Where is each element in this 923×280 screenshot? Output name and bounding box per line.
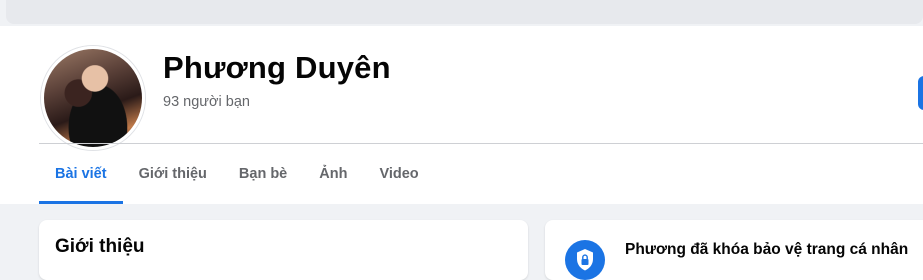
intro-title: Giới thiệu: [55, 236, 145, 257]
tab-videos[interactable]: Video: [363, 144, 434, 204]
tab-label: Bài viết: [55, 166, 107, 182]
profile-header: Phương Duyên 93 người bạn Bài viết Giới …: [0, 26, 923, 204]
tab-label: Bạn bè: [238, 166, 288, 182]
cover-photo[interactable]: [6, 0, 923, 24]
lock-notice-text: Phương đã khóa bảo vệ trang cá nhân: [625, 241, 909, 258]
profile-avatar[interactable]: [41, 46, 145, 150]
tab-label: Giới thiệu: [138, 166, 207, 182]
friends-count[interactable]: 93 người bạn: [163, 94, 250, 110]
tab-friends[interactable]: Bạn bè: [223, 144, 303, 204]
profile-lock-card: Phương đã khóa bảo vệ trang cá nhân: [545, 220, 923, 280]
shield-lock-icon: [565, 240, 605, 280]
tab-photos[interactable]: Ảnh: [303, 144, 363, 204]
intro-card: Giới thiệu: [39, 220, 528, 280]
profile-tabs: Bài viết Giới thiệu Bạn bè Ảnh Video: [39, 144, 435, 204]
tab-label: Ảnh: [319, 166, 348, 182]
tab-about[interactable]: Giới thiệu: [123, 144, 223, 204]
profile-name: Phương Duyên: [163, 50, 391, 85]
tab-label: Video: [379, 166, 419, 182]
tab-posts[interactable]: Bài viết: [39, 144, 123, 204]
action-button-partial[interactable]: [918, 76, 923, 110]
